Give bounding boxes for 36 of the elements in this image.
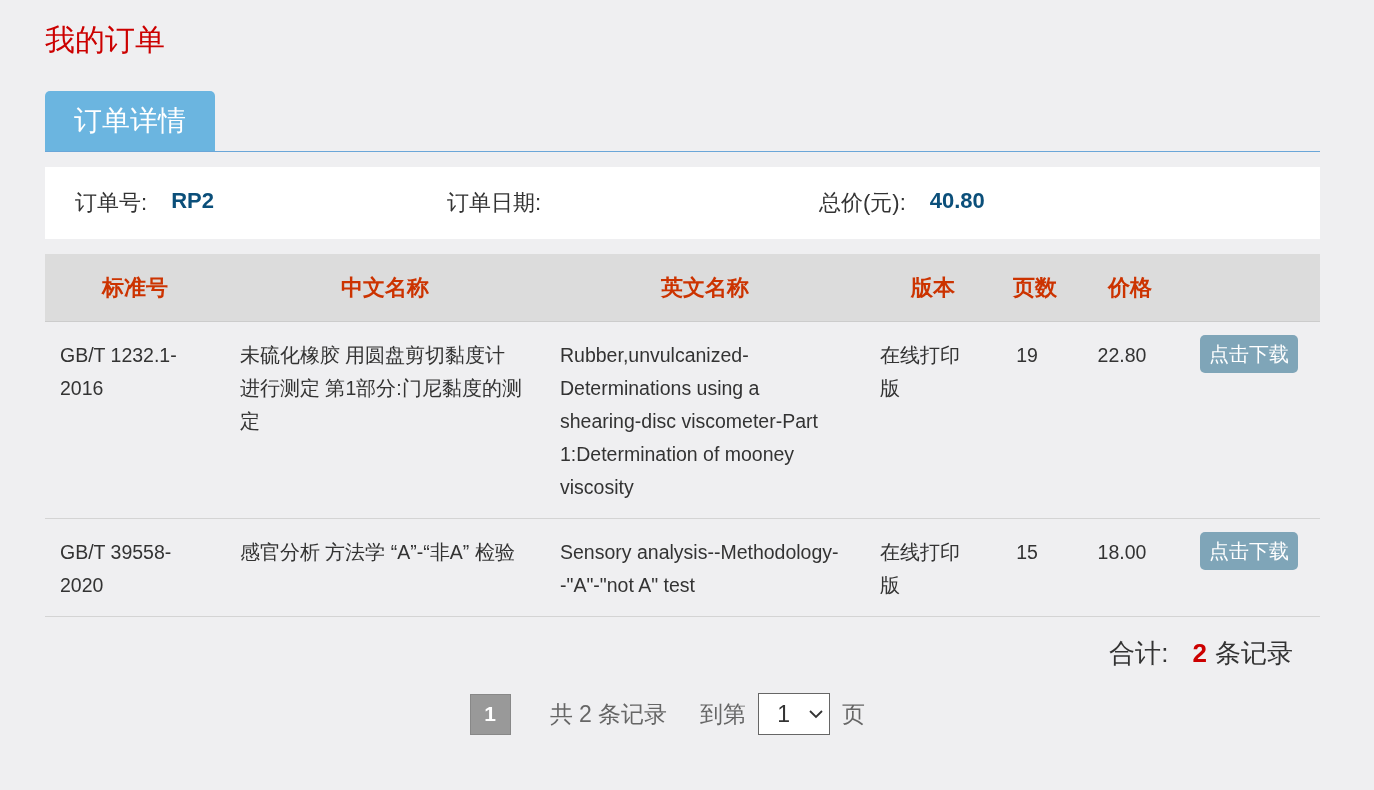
chevron-down-icon	[809, 709, 824, 719]
download-button[interactable]: 点击下载	[1200, 532, 1298, 570]
column-header: 中文名称	[225, 254, 545, 322]
goto-label: 到第	[700, 699, 747, 729]
table-cell: Sensory analysis--Methodology--"A"-"not A" test	[545, 518, 865, 617]
field-label: 订单日期:	[447, 189, 542, 217]
table-cell: Rubber,unvulcanized-Determinations using a shearing-disc viscometer-Part 1:Determination of mooney viscosity	[545, 321, 865, 519]
table-cell: GB/T 1232.1-2016	[45, 321, 225, 519]
field-label: 订单号:	[75, 189, 148, 217]
column-header: 页数	[1000, 254, 1070, 322]
column-header: 价格	[1070, 254, 1190, 322]
table-cell: 感官分析 方法学 “A”-“非A” 检验	[225, 518, 545, 617]
table-cell: 在线打印版	[865, 518, 1000, 617]
column-header: 英文名称	[545, 254, 865, 322]
field-value: 40.80	[929, 188, 985, 215]
record-count: 2	[1192, 637, 1207, 669]
page-select[interactable]: 1	[758, 693, 831, 735]
table-cell: 在线打印版	[865, 321, 1000, 519]
table-cell: 22.80	[1070, 321, 1190, 519]
record-summary: 共 2 条记录	[549, 699, 668, 729]
total-label: 合计:	[1109, 636, 1169, 670]
field-value: RP2	[171, 188, 214, 215]
page-title: 我的订单	[45, 22, 166, 58]
table-cell: 19	[1000, 321, 1070, 519]
table-cell: GB/T 39558-2020	[45, 518, 225, 617]
table-cell: 18.00	[1070, 518, 1190, 617]
table-cell: 15	[1000, 518, 1070, 617]
table-cell: 未硫化橡胶 用圆盘剪切黏度计进行测定 第1部分:门尼黏度的测定	[225, 321, 545, 519]
field-label: 总价(元):	[819, 189, 906, 217]
download-button[interactable]: 点击下载	[1200, 335, 1298, 373]
column-header: 标准号	[45, 254, 225, 322]
page-button[interactable]: 1	[469, 693, 511, 735]
page-suffix: 页	[842, 699, 866, 729]
column-header: 版本	[865, 254, 1000, 322]
tab[interactable]: 订单详情	[45, 91, 215, 151]
record-suffix: 条记录	[1215, 636, 1293, 670]
